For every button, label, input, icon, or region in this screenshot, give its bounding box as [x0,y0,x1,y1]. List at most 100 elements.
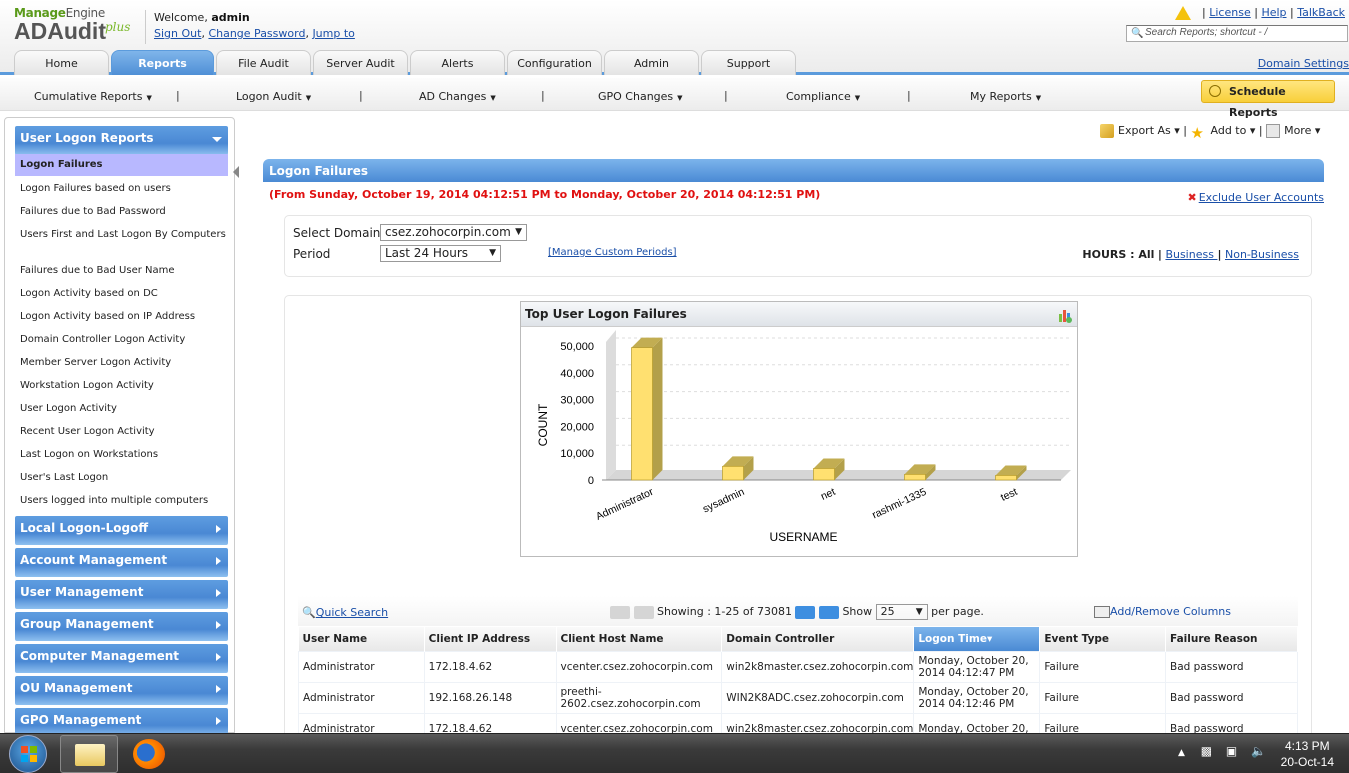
tab-configuration[interactable]: Configuration [507,50,602,75]
sidebar-category[interactable]: User Management [15,580,228,609]
logo-plus: plus [105,20,131,34]
tab-server-audit[interactable]: Server Audit [313,50,408,75]
tab-file-audit[interactable]: File Audit [216,50,311,75]
sidebar-item[interactable]: Failures due to Bad Password [15,205,228,218]
sidebar-item[interactable]: Recent User Logon Activity [15,425,228,438]
menu-separator: | [359,89,363,102]
volume-icon[interactable]: 🔈 [1251,744,1266,758]
sidebar-category[interactable]: Computer Management [15,644,228,673]
tab-admin[interactable]: Admin [604,50,699,75]
jump-to-link[interactable]: Jump to [312,27,354,40]
tab-reports[interactable]: Reports [111,50,214,75]
domain-select[interactable]: csez.zohocorpin.com ▼ [380,224,527,241]
hours-all[interactable]: All [1138,248,1154,261]
column-header[interactable]: Failure Reason [1165,627,1298,651]
column-header[interactable]: Domain Controller [721,627,915,651]
network-icon[interactable]: ▣ [1226,744,1237,758]
sidebar-item[interactable]: Last Logon on Workstations [15,448,228,461]
firefox-taskbar-button[interactable] [133,739,165,769]
add-to-button[interactable]: ★ Add to ▾ [1191,124,1256,142]
table-cell: 172.18.4.62 [423,650,557,683]
sign-out-link[interactable]: Sign Out [154,27,201,40]
talkback-link[interactable]: TalkBack [1297,6,1345,19]
more-button[interactable]: More ▾ [1266,124,1320,138]
license-link[interactable]: License [1209,6,1250,19]
exclude-user-accounts[interactable]: ✖ Exclude User Accounts [1187,191,1324,204]
sidebar-item[interactable]: User Logon Activity [15,402,228,415]
menu-compliance[interactable]: Compliance ▼ [786,90,860,103]
hours-business-link[interactable]: Business [1165,248,1217,261]
tab-home[interactable]: Home [14,50,109,75]
menu-ad-changes[interactable]: AD Changes ▼ [419,90,496,103]
prev-page-button[interactable] [633,605,654,619]
category-label: User Management [20,585,144,599]
export-icon [1100,124,1114,138]
add-remove-columns-link[interactable]: Add/Remove Columns [1110,605,1231,618]
category-label: Computer Management [20,649,179,663]
column-header[interactable]: Event Type [1039,627,1167,651]
sidebar-item[interactable]: Domain Controller Logon Activity [15,333,228,346]
sidebar-item[interactable]: Users logged into multiple computers [15,494,228,507]
tab-alerts[interactable]: Alerts [410,50,505,75]
table-row[interactable]: Administrator 192.168.26.148 preethi-2602.… [298,681,1298,714]
caret-down-icon: ▼ [146,94,152,102]
start-button[interactable] [9,735,47,773]
show-hidden-icons[interactable]: ▲ [1178,748,1185,758]
last-page-button[interactable] [818,605,839,619]
change-password-link[interactable]: Change Password [208,27,305,40]
hours-nonbusiness-link[interactable]: Non-Business [1225,248,1299,261]
column-header-label: Failure Reason [1170,632,1258,645]
sidebar-item[interactable]: User's Last Logon [15,471,228,484]
chart-type-icon[interactable] [1058,307,1072,323]
first-page-button[interactable] [610,605,630,619]
category-label: GPO Management [20,713,142,727]
sidebar-collapse-handle[interactable] [233,166,239,178]
sidebar-category[interactable]: Group Management [15,612,228,641]
sidebar-category[interactable]: Local Logon-Logoff [15,516,228,545]
quick-search[interactable]: 🔍Quick Search [302,606,388,619]
file-explorer-taskbar-button[interactable] [60,735,118,773]
sidebar-category[interactable]: OU Management [15,676,228,705]
menu-cumulative-reports[interactable]: Cumulative Reports ▼ [34,90,152,103]
help-link[interactable]: Help [1261,6,1286,19]
search-input[interactable]: 🔍 Search Reports; shortcut - / [1126,25,1348,42]
manage-custom-periods-link[interactable]: [Manage Custom Periods] [548,247,677,258]
sidebar-item[interactable]: Failures due to Bad User Name [15,264,228,277]
column-header[interactable]: Logon Time▾ [913,627,1041,651]
table-row[interactable]: Administrator 172.18.4.62 vcenter.csez.zoh… [298,650,1298,683]
period-select[interactable]: Last 24 Hours ▼ [380,245,501,262]
bar [631,347,653,481]
exclude-user-accounts-link[interactable]: Exclude User Accounts [1199,191,1324,204]
add-remove-columns[interactable]: Add/Remove Columns [1094,605,1231,618]
sidebar-item[interactable]: Member Server Logon Activity [15,356,228,369]
warning-icon[interactable] [1174,6,1191,20]
menu-logon-audit[interactable]: Logon Audit ▼ [236,90,311,103]
sidebar-item[interactable]: Logon Failures [15,154,228,176]
sidebar-item[interactable]: Workstation Logon Activity [15,379,228,392]
export-as-button[interactable]: Export As ▾ [1100,124,1180,138]
quick-search-link[interactable]: Quick Search [316,606,388,619]
show-label: Show [842,605,873,618]
column-header[interactable]: Client Host Name [556,627,723,651]
column-header[interactable]: Client IP Address [424,627,557,651]
column-header[interactable]: User Name [298,627,425,651]
menu-label: Compliance [786,90,851,103]
power-icon[interactable]: ▩ [1201,744,1212,758]
username: admin [211,11,250,24]
taskbar-clock[interactable]: 4:13 PM 20-Oct-14 [1281,738,1334,770]
sidebar-category-user-logon-reports[interactable]: User Logon Reports [15,126,228,155]
search-icon: 🔍 [302,606,316,619]
menu-my-reports[interactable]: My Reports ▼ [970,90,1041,103]
category-label: Account Management [20,553,168,567]
sidebar-item[interactable]: Logon Activity based on DC [15,287,228,300]
domain-settings-link[interactable]: Domain Settings [1258,57,1349,70]
sidebar-category[interactable]: Account Management [15,548,228,577]
next-page-button[interactable] [795,605,816,619]
per-page-select[interactable]: 25 ▼ [875,604,928,620]
tab-support[interactable]: Support [701,50,796,75]
schedule-reports-button[interactable]: Schedule Reports [1201,80,1335,119]
sidebar-item[interactable]: Logon Activity based on IP Address [15,310,228,323]
sidebar-item[interactable]: Users First and Last Logon By Computers [15,228,228,241]
menu-gpo-changes[interactable]: GPO Changes ▼ [598,90,683,103]
sidebar-item[interactable]: Logon Failures based on users [15,182,228,195]
